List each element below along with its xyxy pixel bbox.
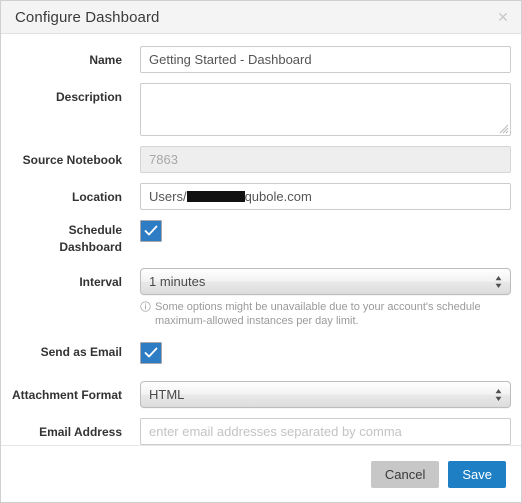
location-prefix: Users/ [149,189,187,204]
cancel-button[interactable]: Cancel [370,460,440,488]
dialog-footer: Cancel Save [1,445,521,502]
schedule-dashboard-label: Schedule Dashboard [1,220,122,256]
close-icon[interactable]: ✕ [495,9,511,25]
name-input[interactable] [140,46,511,73]
field-row-schedule-dashboard: Schedule Dashboard [1,220,509,256]
check-icon [144,347,158,358]
field-row-name: Name [1,46,511,73]
location-label: Location [72,190,122,204]
dialog-header: Configure Dashboard ✕ [1,1,521,34]
source-notebook-input [140,146,511,173]
info-icon [140,301,151,312]
description-textarea[interactable] [140,83,511,136]
schedule-dashboard-label-line2: Dashboard [59,240,122,254]
save-button[interactable]: Save [448,460,506,488]
email-address-input[interactable] [140,418,511,445]
attachment-format-select[interactable]: HTML [140,381,511,408]
source-notebook-label: Source Notebook [22,153,122,167]
stepper-arrows-icon [495,275,502,288]
location-input[interactable]: Users/qubole.com [140,183,511,210]
send-as-email-checkbox[interactable] [140,342,162,364]
interval-note: Some options might be unavailable due to… [140,300,520,328]
redaction-bar [186,191,245,202]
interval-label: Interval [79,275,122,289]
stepper-arrows-icon [495,388,502,401]
field-row-attachment-format: Attachment Format HTML [1,381,511,408]
dialog-title: Configure Dashboard [15,8,160,26]
field-row-email-address: Email Address [1,418,511,445]
field-row-send-as-email: Send as Email [1,342,509,369]
field-row-interval: Interval 1 minutes Some options might be… [1,268,511,328]
attachment-format-selected-value: HTML [149,387,185,402]
location-suffix: qubole.com [244,189,312,204]
dialog-body: Name Description Source Notebook [1,34,521,445]
field-row-location: Location Users/qubole.com [1,183,511,210]
field-row-description: Description [1,83,511,136]
interval-select[interactable]: 1 minutes [140,268,511,295]
name-label: Name [89,53,122,67]
attachment-format-label: Attachment Format [11,388,122,402]
description-label: Description [55,90,122,104]
configure-dashboard-dialog: Configure Dashboard ✕ Name Description [0,0,522,503]
email-address-label: Email Address [39,425,122,439]
schedule-dashboard-checkbox[interactable] [140,220,162,242]
check-icon [144,225,158,236]
interval-note-text: Some options might be unavailable due to… [155,301,481,327]
field-row-source-notebook: Source Notebook [1,146,511,173]
send-as-email-label: Send as Email [40,345,122,359]
schedule-dashboard-label-line1: Schedule [68,223,122,237]
interval-selected-value: 1 minutes [149,274,206,289]
